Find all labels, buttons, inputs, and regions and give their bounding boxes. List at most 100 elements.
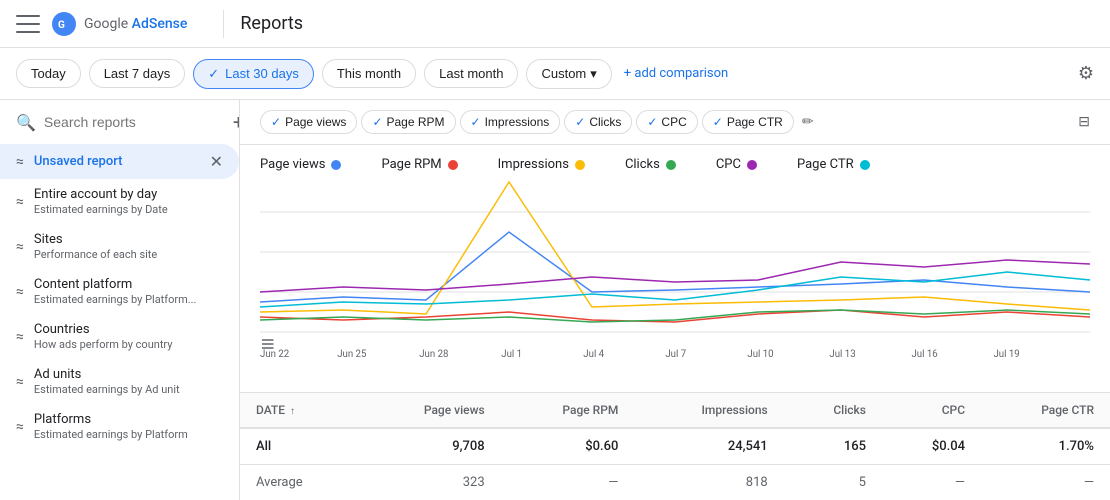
check-icon: ✓ bbox=[575, 115, 585, 129]
report-icon: ≈ bbox=[16, 194, 24, 210]
check-icon: ✓ bbox=[647, 115, 657, 129]
chart-filter-bar: ✓ Page views ✓ Page RPM ✓ Impressions ✓ … bbox=[240, 100, 1110, 145]
col-impressions[interactable]: Impressions bbox=[634, 393, 783, 429]
col-pagectr[interactable]: Page CTR bbox=[981, 393, 1110, 429]
dropdown-arrow-icon: ▾ bbox=[590, 66, 597, 82]
cf-clicks[interactable]: ✓ Clicks bbox=[564, 110, 632, 134]
col-pagerpm[interactable]: Page RPM bbox=[501, 393, 635, 429]
check-icon: ✓ bbox=[471, 115, 481, 129]
cf-impressions[interactable]: ✓ Impressions bbox=[460, 110, 561, 134]
svg-text:Jul 13: Jul 13 bbox=[829, 349, 855, 360]
sort-arrow-icon: ↑ bbox=[290, 406, 295, 417]
add-report-btn[interactable]: + bbox=[233, 110, 240, 134]
cf-cpc[interactable]: ✓ CPC bbox=[636, 110, 697, 134]
check-icon: ✓ bbox=[208, 66, 219, 82]
check-icon: ✓ bbox=[713, 115, 723, 129]
svg-text:Jul 16: Jul 16 bbox=[911, 349, 938, 360]
svg-text:Jun 25: Jun 25 bbox=[337, 349, 367, 360]
filter-custom[interactable]: Custom ▾ bbox=[526, 59, 611, 89]
cell-pageviews-avg: 323 bbox=[360, 465, 501, 500]
page-title: Reports bbox=[240, 13, 303, 34]
cf-pageviews[interactable]: ✓ Page views bbox=[260, 110, 357, 134]
logo: G Google AdSense bbox=[52, 12, 187, 36]
legend-dot-impressions bbox=[575, 160, 585, 170]
close-icon[interactable]: ✕ bbox=[210, 152, 223, 171]
chart-area: Jun 22 Jun 25 Jun 28 Jul 1 Jul 4 Jul 7 J… bbox=[240, 172, 1110, 392]
table-row: Average 323 — 818 5 — — bbox=[240, 465, 1110, 500]
cf-pagerpm[interactable]: ✓ Page RPM bbox=[361, 110, 455, 134]
legend-dot-pagectr bbox=[860, 160, 870, 170]
sidebar-item-content[interactable]: ≈ Content platform Estimated earnings by… bbox=[0, 269, 239, 314]
legend-pagerpm: Page RPM bbox=[381, 157, 457, 172]
cell-clicks-all: 165 bbox=[784, 428, 882, 465]
sidebar-item-sites[interactable]: ≈ Sites Performance of each site ⋮ bbox=[0, 224, 239, 269]
search-input[interactable] bbox=[44, 114, 225, 130]
cell-pagerpm-avg: — bbox=[501, 465, 635, 500]
sidebar: 🔍 + ≈ Unsaved report ✕ ≈ Entire account … bbox=[0, 100, 240, 500]
filter-lastmonth[interactable]: Last month bbox=[424, 59, 518, 88]
svg-text:Jul 4: Jul 4 bbox=[583, 349, 604, 360]
nav-divider bbox=[223, 10, 224, 38]
cell-clicks-avg: 5 bbox=[784, 465, 882, 500]
svg-text:Jun 22: Jun 22 bbox=[260, 349, 290, 360]
logo-text: Google AdSense bbox=[84, 16, 187, 32]
cell-pagectr-all: 1.70% bbox=[981, 428, 1110, 465]
cell-date-all: All bbox=[240, 428, 360, 465]
filter-bar: Today Last 7 days ✓ Last 30 days This mo… bbox=[0, 48, 1110, 100]
data-table: DATE ↑ Page views Page RPM Impressions C… bbox=[240, 392, 1110, 500]
legend-dot-clicks bbox=[666, 160, 676, 170]
sidebar-item-entire[interactable]: ≈ Entire account by day Estimated earnin… bbox=[0, 179, 239, 224]
report-icon: ≈ bbox=[16, 419, 24, 435]
cell-pageviews-all: 9,708 bbox=[360, 428, 501, 465]
col-cpc[interactable]: CPC bbox=[882, 393, 981, 429]
cell-pagectr-avg: — bbox=[981, 465, 1110, 500]
report-icon: ≈ bbox=[16, 284, 24, 300]
cf-pagectr[interactable]: ✓ Page CTR bbox=[702, 110, 794, 134]
sidebar-item-unsaved[interactable]: ≈ Unsaved report ✕ bbox=[0, 144, 239, 179]
report-icon: ≈ bbox=[16, 154, 24, 170]
add-comparison-btn[interactable]: + add comparison bbox=[624, 66, 728, 81]
report-icon: ≈ bbox=[16, 374, 24, 390]
cell-pagerpm-all: $0.60 bbox=[501, 428, 635, 465]
search-icon: 🔍 bbox=[16, 113, 36, 132]
svg-text:Jul 7: Jul 7 bbox=[665, 349, 686, 360]
cell-cpc-all: $0.04 bbox=[882, 428, 981, 465]
sidebar-item-platforms[interactable]: ≈ Platforms Estimated earnings by Platfo… bbox=[0, 404, 239, 449]
legend-pagectr: Page CTR bbox=[797, 157, 870, 172]
report-icon: ≈ bbox=[16, 239, 24, 255]
chart-filter-icon[interactable]: ⊟ bbox=[1078, 114, 1090, 130]
legend-dot-cpc bbox=[747, 160, 757, 170]
filter-last30[interactable]: ✓ Last 30 days bbox=[193, 59, 314, 89]
sidebar-item-adunits[interactable]: ≈ Ad units Estimated earnings by Ad unit… bbox=[0, 359, 239, 404]
line-chart: Jun 22 Jun 25 Jun 28 Jul 1 Jul 4 Jul 7 J… bbox=[260, 172, 1090, 372]
google-adsense-logo: G bbox=[52, 12, 76, 36]
legend-impressions: Impressions bbox=[498, 157, 585, 172]
svg-text:G: G bbox=[58, 20, 65, 31]
legend-pageviews: Page views bbox=[260, 157, 341, 172]
svg-text:Jul 1: Jul 1 bbox=[501, 349, 522, 360]
cell-date-avg: Average bbox=[240, 465, 360, 500]
svg-text:Jul 10: Jul 10 bbox=[747, 349, 773, 360]
filter-thismonth[interactable]: This month bbox=[322, 59, 416, 88]
edit-metrics-icon[interactable]: ✏ bbox=[802, 114, 814, 130]
settings-icon[interactable]: ⚙ bbox=[1078, 63, 1094, 84]
filter-last7[interactable]: Last 7 days bbox=[89, 59, 186, 88]
svg-text:Jun 28: Jun 28 bbox=[419, 349, 448, 360]
col-date[interactable]: DATE ↑ bbox=[240, 393, 360, 429]
legend-dot-pagerpm bbox=[448, 160, 458, 170]
svg-text:Jul 19: Jul 19 bbox=[993, 349, 1019, 360]
sidebar-search-container: 🔍 + bbox=[0, 100, 239, 144]
filter-today[interactable]: Today bbox=[16, 59, 81, 88]
chart-legend: Page views Page RPM Impressions Clicks C… bbox=[240, 145, 1110, 172]
report-icon: ≈ bbox=[16, 329, 24, 345]
menu-icon[interactable] bbox=[16, 12, 40, 36]
check-icon: ✓ bbox=[271, 115, 281, 129]
sidebar-item-countries[interactable]: ≈ Countries How ads perform by country ⋮ bbox=[0, 314, 239, 359]
cell-cpc-avg: — bbox=[882, 465, 981, 500]
legend-dot-pageviews bbox=[331, 160, 341, 170]
legend-clicks: Clicks bbox=[625, 157, 676, 172]
cell-impressions-all: 24,541 bbox=[634, 428, 783, 465]
col-clicks[interactable]: Clicks bbox=[784, 393, 882, 429]
col-pageviews[interactable]: Page views bbox=[360, 393, 501, 429]
main-content: ✓ Page views ✓ Page RPM ✓ Impressions ✓ … bbox=[240, 100, 1110, 500]
